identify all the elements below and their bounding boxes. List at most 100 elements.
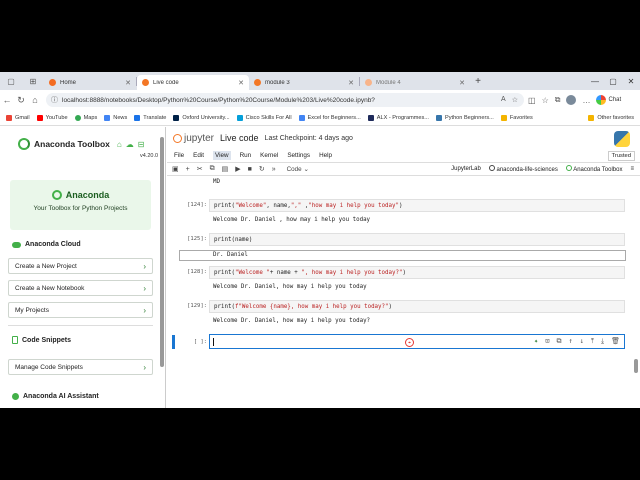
menu-kernel[interactable]: Kernel [260, 152, 278, 159]
read-aloud-icon[interactable]: A [501, 96, 506, 104]
favorite-star-icon[interactable]: ☆ [512, 96, 518, 104]
run-icon[interactable]: ▶ [235, 165, 240, 173]
cell-output: Welcome Dr. Daniel , how may i help you … [213, 217, 371, 223]
bookmark-youtube[interactable]: YouTube [36, 114, 68, 121]
notebook-scrollbar[interactable] [634, 359, 638, 373]
ai-sparkle-icon[interactable]: ✦ [534, 337, 538, 346]
cell-prompt: [124]: [187, 202, 207, 208]
code-string: "Welcome" [234, 202, 267, 209]
menu-settings[interactable]: Settings [287, 152, 310, 159]
menu-edit[interactable]: Edit [193, 152, 204, 159]
anaconda-toolbox-sidebar: Anaconda Toolbox ⌂ ☁ ⊟ v4.20.0 Anaconda … [0, 127, 166, 408]
format-icon[interactable]: ⊡ [545, 337, 549, 346]
trusted-badge[interactable]: Trusted [607, 150, 635, 161]
duplicate-icon[interactable]: ⧉ [556, 337, 561, 346]
create-project-button[interactable]: Create a New Project › [8, 258, 153, 274]
more-menu-icon[interactable]: … [582, 96, 590, 105]
move-up-icon[interactable]: ↑ [568, 337, 572, 346]
tab-module-3[interactable]: module 3 ✕ [249, 75, 359, 90]
menu-run[interactable]: Run [240, 152, 252, 159]
workspaces-icon[interactable]: ⊞ [22, 72, 44, 90]
text-caret [213, 337, 214, 346]
collections-icon[interactable]: ⧉ [555, 95, 561, 105]
bookmark-favorites[interactable]: Favorites [500, 114, 533, 121]
split-screen-icon[interactable]: ◫ [528, 96, 536, 105]
anaconda-toolbox-button[interactable]: Anaconda Toolbox [565, 165, 623, 173]
bookmark-translate[interactable]: Translate [134, 114, 166, 121]
my-projects-button[interactable]: My Projects › [8, 302, 153, 318]
new-tab-button[interactable]: + [470, 76, 486, 87]
close-icon[interactable]: ✕ [125, 79, 131, 87]
bookmark-label: Cisco Skills For All [245, 114, 292, 121]
cut-icon[interactable]: ✂ [197, 165, 203, 173]
code-cell[interactable]: print(name) [209, 233, 625, 246]
bookmark-gmail[interactable]: Gmail [6, 114, 30, 121]
bookmark-label: Python Beginners... [444, 114, 494, 121]
minimize-icon[interactable]: — [586, 72, 604, 90]
menu-help[interactable]: Help [319, 152, 332, 159]
close-icon[interactable]: ✕ [459, 79, 465, 87]
bookmark-news[interactable]: News [104, 114, 127, 121]
back-icon[interactable]: ← [0, 95, 14, 105]
close-icon[interactable]: ✕ [238, 79, 244, 87]
tab-module-4[interactable]: Module 4 ✕ [360, 75, 470, 90]
code-text: ) [402, 269, 407, 276]
bookmark-excel[interactable]: Excel for Beginners... [298, 114, 361, 121]
toolbox-label: Anaconda Toolbox [573, 167, 623, 173]
site-info-icon[interactable]: ⓘ [51, 95, 58, 105]
add-cell-icon[interactable]: + [186, 166, 190, 173]
restart-run-all-icon[interactable]: » [272, 166, 276, 173]
notebook-name[interactable]: Live code [220, 133, 259, 143]
tab-live-code[interactable]: Live code ✕ [137, 75, 249, 90]
folder-icon [588, 114, 595, 121]
close-icon[interactable]: ✕ [348, 79, 354, 87]
home-icon[interactable]: ⌂ [117, 140, 122, 149]
cloud-icon[interactable]: ☁ [126, 140, 134, 149]
delete-icon[interactable]: 🗑 [611, 337, 620, 346]
jupyterlab-link[interactable]: JupyterLab [451, 166, 481, 172]
create-notebook-button[interactable]: Create a New Notebook › [8, 280, 153, 296]
restart-icon[interactable]: ↻ [259, 165, 265, 173]
menu-file[interactable]: File [174, 152, 184, 159]
section-label: Anaconda AI Assistant [23, 393, 99, 400]
menu-view[interactable]: View [213, 151, 231, 160]
anaconda-logo-icon [565, 165, 572, 171]
sidebar-scrollbar[interactable] [160, 137, 164, 367]
code-cell[interactable]: print("Welcome " + name + ", how may i he… [209, 266, 625, 279]
move-down-icon[interactable]: ↓ [580, 337, 584, 346]
tab-home[interactable]: Home ✕ [44, 75, 136, 90]
close-window-icon[interactable]: ✕ [622, 72, 640, 90]
active-code-cell[interactable]: ⌖ ✦ ⊡ ⧉ ↑ ↓ ⤒ ⤓ 🗑 [209, 334, 625, 349]
refresh-icon[interactable]: ↻ [14, 95, 28, 106]
bookmark-alx[interactable]: ALX - Programmes... [367, 114, 429, 121]
bookmark-other-favorites[interactable]: Other favorites [588, 114, 640, 121]
avatar[interactable] [566, 95, 577, 105]
favorites-icon[interactable]: ☆ [542, 96, 549, 105]
bookmark-oxford[interactable]: Oxford University... [173, 114, 230, 121]
stop-icon[interactable]: ■ [248, 166, 252, 173]
manage-snippets-button[interactable]: Manage Code Snippets › [8, 359, 153, 375]
chat-button[interactable]: Chat [596, 95, 621, 105]
jupyter-logo[interactable]: jupyter [173, 133, 214, 144]
window-menu-icon[interactable]: ▢ [0, 72, 22, 90]
bookmark-cisco[interactable]: Cisco Skills For All [236, 114, 292, 121]
paste-icon[interactable]: ▤ [222, 165, 229, 173]
cell-type-select[interactable]: Code ⌄ [287, 166, 333, 173]
url-field[interactable]: ⓘ localhost:8888/notebooks/Desktop/Pytho… [46, 93, 524, 107]
code-cell[interactable]: print("Welcome", name, "," , "how may i he… [209, 199, 625, 212]
kernel-indicator[interactable]: anaconda-life-sciences [488, 165, 558, 173]
code-cell[interactable]: print(f"Welcome {name}, how may i help y… [209, 300, 625, 313]
code-string: "," [290, 202, 302, 209]
insert-above-icon[interactable]: ⤒ [591, 337, 594, 346]
maximize-icon[interactable]: ▢ [604, 72, 622, 90]
insert-below-icon[interactable]: ⤓ [601, 337, 604, 346]
bookmark-python[interactable]: Python Beginners... [435, 114, 494, 121]
bookmark-maps[interactable]: Maps [74, 114, 97, 121]
collapse-icon[interactable]: ⊟ [138, 140, 145, 149]
copy-icon[interactable]: ⧉ [210, 165, 215, 173]
bug-icon[interactable]: ≡ [630, 166, 634, 172]
home-icon[interactable]: ⌂ [28, 95, 42, 105]
python-icon [435, 114, 442, 121]
cell-type-value: Code [286, 165, 302, 173]
save-icon[interactable]: ▣ [172, 165, 179, 173]
